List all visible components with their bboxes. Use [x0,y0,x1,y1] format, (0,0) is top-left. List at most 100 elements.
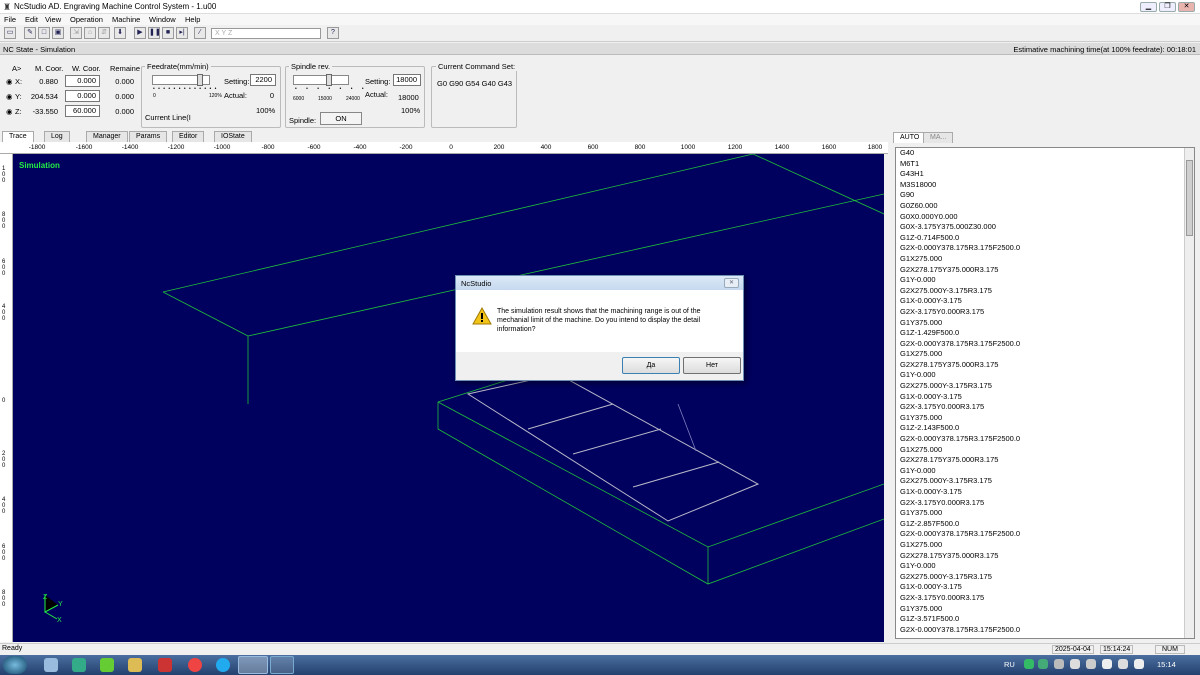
taskbar-notepad-icon[interactable] [44,658,58,672]
gcode-line[interactable]: G2X-3.175Y0.000R3.175 [896,307,1194,318]
gcode-line[interactable]: G1X275.000 [896,349,1194,360]
gcode-line[interactable]: G2X-3.175Y0.000R3.175 [896,593,1194,604]
gcode-list[interactable]: G40 M6T1 G43H1 M3S18000 G90 G0Z60.000 G0X0.000… [895,147,1195,639]
gcode-line[interactable]: G2X278.175Y375.000R3.175 [896,455,1194,466]
gcode-line[interactable]: G2X-0.000Y378.175R3.175F2500.0 [896,529,1194,540]
tray-icon[interactable] [1070,659,1080,669]
taskbar-folder-icon[interactable] [128,658,142,672]
step-icon[interactable]: ⇵ [98,27,110,39]
tray-icon[interactable] [1054,659,1064,669]
taskbar-clock[interactable]: 15:14 [1157,660,1176,669]
spindle-slider[interactable] [293,74,349,86]
menu-help[interactable]: Help [185,15,200,24]
gcode-line[interactable]: M6T1 [896,159,1194,170]
gcode-line[interactable]: G1Z-2.143F500.0 [896,423,1194,434]
gcode-line[interactable]: G90 [896,190,1194,201]
taskbar-app-icon[interactable] [100,658,114,672]
gcode-line[interactable]: G2X278.175Y375.000R3.175 [896,551,1194,562]
taskbar-skype-icon[interactable] [216,658,230,672]
slider-thumb[interactable] [326,74,332,86]
tray-icon[interactable] [1086,659,1096,669]
taskbar-chrome-icon[interactable] [188,658,202,672]
minimize-button[interactable]: ▁ [1140,2,1157,12]
jog-icon[interactable]: ⇲ [70,27,82,39]
scrollbar[interactable] [1184,148,1194,638]
gcode-line[interactable]: G1Z-0.714F500.0 [896,233,1194,244]
feedrate-slider[interactable] [152,74,210,86]
spindle-on-button[interactable]: ON [320,112,362,125]
radio-icon[interactable]: ◉ [6,92,13,101]
menu-edit[interactable]: Edit [25,15,38,24]
language-indicator[interactable]: RU [1004,660,1015,669]
monitor-icon[interactable]: ▣ [52,27,64,39]
slider-thumb[interactable] [197,74,203,86]
tray-icon[interactable] [1038,659,1048,669]
work-coor-field[interactable]: 0.000 [65,75,100,87]
taskbar-app-icon[interactable] [158,658,172,672]
gcode-line[interactable]: G1Z-3.571F500.0 [896,614,1194,625]
yes-button[interactable]: Да [622,357,680,374]
scrollbar-thumb[interactable] [1186,160,1193,236]
menu-operation[interactable]: Operation [70,15,103,24]
volume-icon[interactable] [1134,659,1144,669]
stop-icon[interactable]: ■ [162,27,174,39]
taskbar-app-icon[interactable] [72,658,86,672]
radio-icon[interactable]: ◉ [6,107,13,116]
gcode-line[interactable]: G40 [896,148,1194,159]
gcode-line[interactable]: G2X-0.000Y378.175R3.175F2500.0 [896,339,1194,350]
gcode-line[interactable]: G1X-0.000Y-3.175 [896,487,1194,498]
network-icon[interactable] [1118,659,1128,669]
start-icon[interactable]: ▶ [134,27,146,39]
gcode-line[interactable]: G1Z-1.429F500.0 [896,328,1194,339]
tab-trace[interactable]: Trace [2,131,34,142]
open-icon[interactable]: ▭ [4,27,16,39]
gcode-line[interactable]: G1Y-0.000 [896,275,1194,286]
tab-manual[interactable]: MA... [923,132,954,143]
tab-log[interactable]: Log [44,131,70,142]
gcode-line[interactable]: G2X275.000Y-3.175R3.175 [896,476,1194,487]
tab-editor[interactable]: Editor [172,131,205,142]
restore-button[interactable]: ❐ [1159,2,1176,12]
spindle-setting-field[interactable]: 18000 [393,74,421,86]
gcode-line[interactable]: G2X275.000Y-3.175R3.175 [896,381,1194,392]
wand-icon[interactable]: ⁄ [194,27,206,39]
gcode-line[interactable]: G1X275.000 [896,540,1194,551]
gcode-line[interactable]: G1X-0.000Y-3.175 [896,392,1194,403]
gcode-line[interactable]: G1Y375.000 [896,604,1194,615]
gcode-line[interactable]: G2X275.000Y-3.175R3.175 [896,286,1194,297]
no-button[interactable]: Нет [683,357,741,374]
gcode-line[interactable]: G1Z-2.857F500.0 [896,519,1194,530]
gcode-line[interactable]: G43H1 [896,169,1194,180]
tab-iostate[interactable]: IOState [214,131,252,142]
gcode-line[interactable]: G0X0.000Y0.000 [896,212,1194,223]
axis-input[interactable]: X Y Z [211,28,321,39]
gcode-line[interactable]: G1X275.000 [896,445,1194,456]
menu-view[interactable]: View [45,15,61,24]
radio-icon[interactable]: ◉ [6,77,13,86]
tab-auto[interactable]: AUTO [893,132,927,143]
help-icon[interactable]: ? [327,27,339,39]
gcode-line[interactable]: G2X275.000Y-3.175R3.175 [896,572,1194,583]
gcode-line[interactable]: G2X-0.000Y378.175R3.175F2500.0 [896,243,1194,254]
tab-manager[interactable]: Manager [86,131,128,142]
gcode-line[interactable]: G0Z60.000 [896,201,1194,212]
close-button[interactable]: ✕ [1178,2,1195,12]
gcode-line[interactable]: G1Y-0.000 [896,370,1194,381]
window-icon[interactable]: □ [38,27,50,39]
gcode-line[interactable]: G2X278.175Y375.000R3.175 [896,265,1194,276]
gcode-line[interactable]: G1X-0.000Y-3.175 [896,582,1194,593]
gcode-line[interactable]: G1Y375.000 [896,318,1194,329]
gcode-line[interactable]: G0X-3.175Y375.000Z30.000 [896,222,1194,233]
gcode-line[interactable]: G2X278.175Y375.000R3.175 [896,360,1194,371]
home-icon[interactable]: ⌂ [84,27,96,39]
start-button[interactable] [3,656,27,674]
step-forward-icon[interactable]: ▸| [176,27,188,39]
gcode-line[interactable]: G2X-3.175Y0.000R3.175 [896,498,1194,509]
gcode-line[interactable]: G2X-3.175Y0.000R3.175 [896,402,1194,413]
download-icon[interactable]: ⬇ [114,27,126,39]
menu-window[interactable]: Window [149,15,176,24]
tray-icon[interactable] [1024,659,1034,669]
feed-setting-field[interactable]: 2200 [250,74,276,86]
menu-machine[interactable]: Machine [112,15,140,24]
gcode-line[interactable]: G1Y375.000 [896,413,1194,424]
